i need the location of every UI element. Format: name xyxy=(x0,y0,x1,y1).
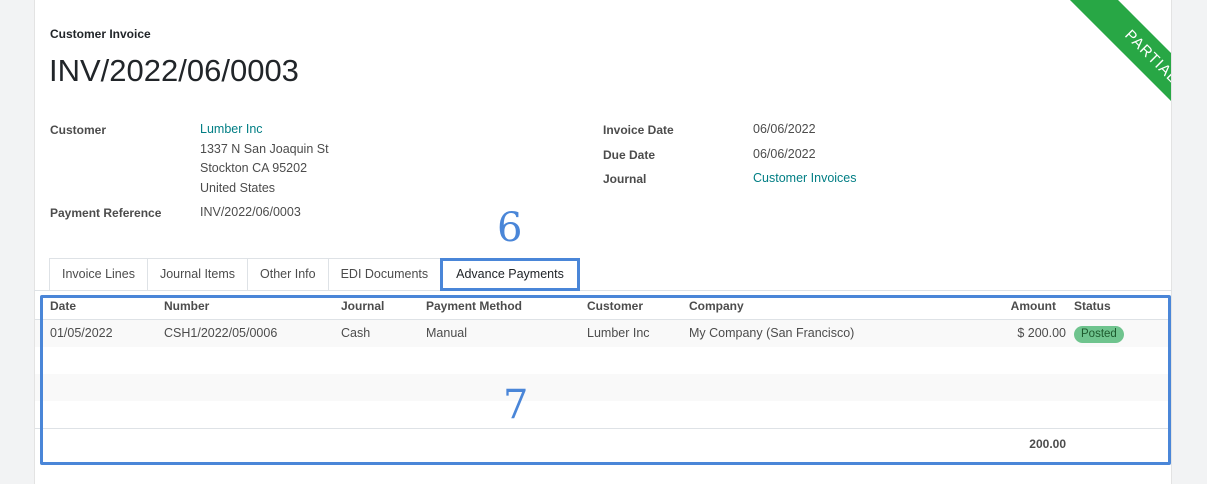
cell-payment-method: Manual xyxy=(426,326,467,340)
column-header-date[interactable]: Date xyxy=(50,293,76,319)
column-header-payment-method[interactable]: Payment Method xyxy=(426,293,522,319)
customer-link[interactable]: Lumber Inc xyxy=(200,122,263,136)
tab-journal-items[interactable]: Journal Items xyxy=(146,258,247,291)
document-type-label: Customer Invoice xyxy=(50,27,151,41)
cell-amount: $ 200.00 xyxy=(1017,326,1066,340)
column-header-company[interactable]: Company xyxy=(689,293,744,319)
empty-row xyxy=(35,374,1171,401)
payment-reference-label: Payment Reference xyxy=(50,206,162,220)
tab-advance-payments[interactable]: Advance Payments xyxy=(440,258,580,291)
column-header-amount[interactable]: Amount xyxy=(1011,293,1056,319)
tab-other-info[interactable]: Other Info xyxy=(247,258,328,291)
journal-link[interactable]: Customer Invoices xyxy=(753,171,857,185)
column-header-number[interactable]: Number xyxy=(164,293,209,319)
journal-label: Journal xyxy=(603,172,647,186)
tab-invoice-lines[interactable]: Invoice Lines xyxy=(49,258,147,291)
due-date-value: 06/06/2022 xyxy=(753,147,816,161)
address-line-3: United States xyxy=(200,181,276,195)
table-row[interactable]: 01/05/2022 CSH1/2022/05/0006 Cash Manual… xyxy=(35,320,1171,347)
tab-edi-documents[interactable]: EDI Documents xyxy=(327,258,441,291)
column-header-journal[interactable]: Journal xyxy=(341,293,384,319)
cell-date: 01/05/2022 xyxy=(50,326,113,340)
cell-number: CSH1/2022/05/0006 xyxy=(164,326,278,340)
cell-company: My Company (San Francisco) xyxy=(689,326,855,340)
total-amount: 200.00 xyxy=(1029,437,1066,451)
address-line-1: 1337 N San Joaquin St xyxy=(200,142,329,156)
customer-label: Customer xyxy=(50,123,107,137)
cell-journal: Cash xyxy=(341,326,371,340)
due-date-label: Due Date xyxy=(603,148,656,162)
empty-row xyxy=(35,347,1171,374)
annotation-marker-6: 6 xyxy=(497,205,523,251)
column-header-status[interactable]: Status xyxy=(1074,293,1111,319)
invoice-number-title: INV/2022/06/0003 xyxy=(49,53,299,88)
status-ribbon: PARTIAL xyxy=(1061,0,1171,147)
cell-customer: Lumber Inc xyxy=(587,326,650,340)
cell-status: Posted xyxy=(1074,320,1124,347)
invoice-date-value: 06/06/2022 xyxy=(753,122,816,136)
payment-reference-value: INV/2022/06/0003 xyxy=(200,205,301,219)
empty-row xyxy=(35,401,1171,428)
status-badge: Posted xyxy=(1074,326,1124,343)
invoice-date-label: Invoice Date xyxy=(603,123,674,137)
table-footer-total: 200.00 xyxy=(35,428,1171,458)
address-line-2: Stockton CA 95202 xyxy=(200,161,308,175)
column-header-customer[interactable]: Customer xyxy=(587,293,643,319)
annotation-marker-7: 7 xyxy=(503,382,529,428)
table-header: Date Number Journal Payment Method Custo… xyxy=(35,293,1171,320)
notebook-tabs: Invoice Lines Journal Items Other Info E… xyxy=(49,258,580,291)
advance-payments-table: Date Number Journal Payment Method Custo… xyxy=(35,293,1171,458)
